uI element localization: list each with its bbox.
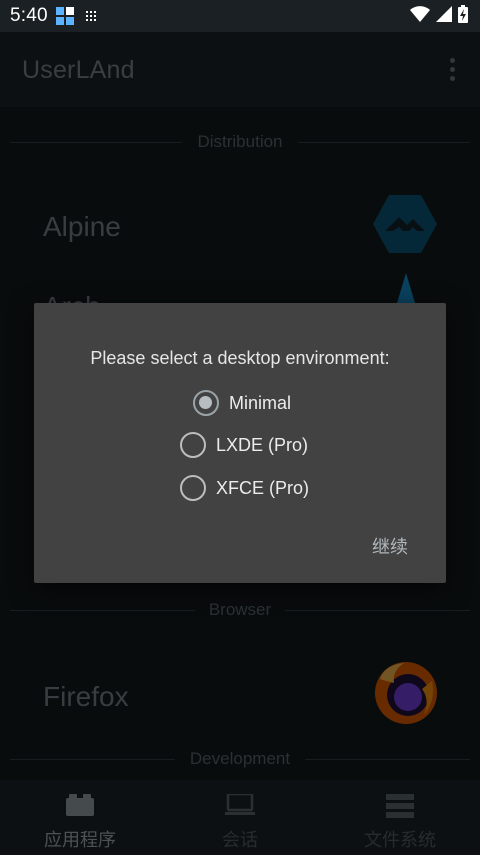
app-bar: UserLAnd <box>0 32 480 107</box>
status-time: 5:40 <box>10 5 48 26</box>
firefox-logo <box>375 662 437 724</box>
option-label: XFCE (Pro) <box>216 477 310 498</box>
list-item-firefox[interactable]: Firefox <box>0 657 480 737</box>
radio-unselected-icon[interactable] <box>180 475 206 501</box>
tab-filesystems[interactable]: 文件系统 <box>320 780 480 855</box>
bottom-nav: 应用程序 会话 文件系统 <box>0 780 480 855</box>
alpine-logo <box>373 195 437 253</box>
tab-label: 文件系统 <box>364 830 436 850</box>
wifi-icon <box>410 5 430 27</box>
overflow-menu-icon[interactable] <box>448 58 456 84</box>
radio-selected-icon[interactable] <box>193 390 219 416</box>
list-item-alpine[interactable]: Alpine <box>0 187 480 267</box>
notification-icon <box>55 7 74 25</box>
section-header: Development <box>0 749 480 769</box>
tab-sessions[interactable]: 会话 <box>160 780 320 855</box>
desktop-environment-dialog: Please select a desktop environment: Min… <box>34 303 446 583</box>
signal-icon <box>436 5 452 27</box>
section-header: Distribution <box>0 132 480 152</box>
app-name: Alpine <box>43 211 121 242</box>
tab-label: 会话 <box>222 830 258 850</box>
option-minimal[interactable]: Minimal <box>193 390 291 416</box>
option-lxde[interactable]: LXDE (Pro) <box>180 432 308 458</box>
status-bar: 5:40 <box>0 0 480 32</box>
option-label: Minimal <box>229 392 292 413</box>
option-xfce[interactable]: XFCE (Pro) <box>180 475 309 501</box>
grid-icon <box>85 11 96 21</box>
option-label: LXDE (Pro) <box>216 434 309 455</box>
continue-button[interactable]: 继续 <box>372 533 408 559</box>
section-distribution: Distribution <box>0 129 480 155</box>
section-header: Browser <box>0 600 480 620</box>
battery-charging-icon <box>458 4 468 28</box>
section-browser: Browser <box>0 597 480 623</box>
apps-icon <box>66 794 94 821</box>
tab-label: 应用程序 <box>44 830 116 850</box>
radio-unselected-icon[interactable] <box>180 432 206 458</box>
storage-icon <box>386 794 414 823</box>
section-development: Development <box>0 746 480 772</box>
dialog-prompt: Please select a desktop environment: <box>90 348 390 368</box>
laptop-icon <box>225 792 255 821</box>
app-name: Firefox <box>43 681 129 712</box>
app-title: UserLAnd <box>22 56 135 84</box>
tab-apps[interactable]: 应用程序 <box>0 780 160 855</box>
